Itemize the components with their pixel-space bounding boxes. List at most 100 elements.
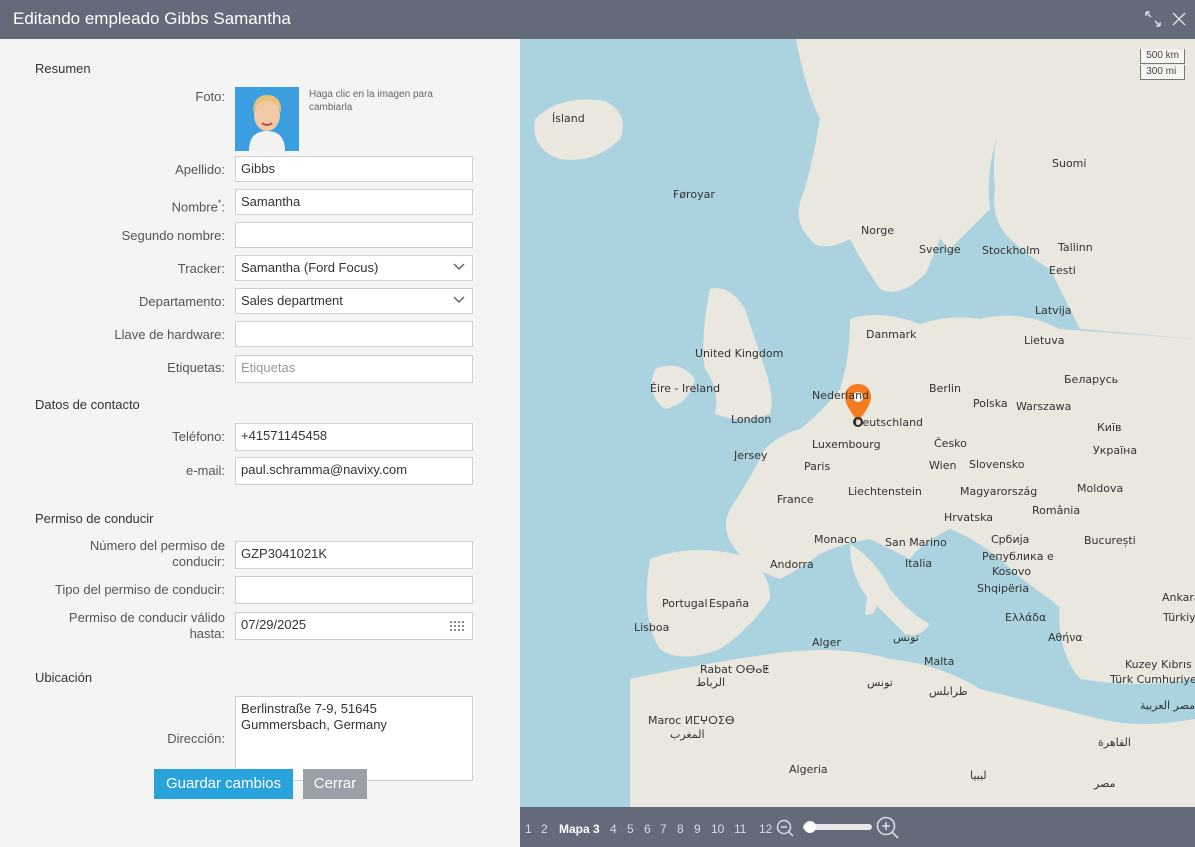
map-label: Maroc ⵍⵎⵖⵔⵉⴱ <box>648 714 735 727</box>
map-page-4[interactable]: 4 <box>610 822 617 836</box>
zoom-slider-handle[interactable] <box>804 821 816 833</box>
map-label: London <box>731 413 772 426</box>
map-label: مصر العربية <box>1140 699 1195 712</box>
map-label: Italia <box>905 557 933 570</box>
map-label: București <box>1084 534 1136 547</box>
middle-name-label: Segundo nombre: <box>121 228 225 243</box>
map-label: Україна <box>1093 444 1138 457</box>
map-label: Ελλάδα <box>1005 611 1047 624</box>
map-label: Lisboa <box>634 621 670 634</box>
map-page-5[interactable]: 5 <box>627 822 634 836</box>
middle-name-input[interactable] <box>235 222 473 248</box>
department-label: Departamento: <box>139 294 225 309</box>
map-page-8[interactable]: 8 <box>677 822 684 836</box>
chevron-down-icon <box>453 263 465 271</box>
address-label: Dirección: <box>167 731 225 746</box>
close-button[interactable]: Cerrar <box>303 769 367 799</box>
window-titlebar: Editando empleado Gibbs Samantha <box>0 0 1195 39</box>
map-label: Jersey <box>734 449 768 462</box>
tags-label: Etiquetas: <box>167 360 225 375</box>
map-page-11[interactable]: 11 <box>734 822 746 836</box>
map-label: Norge <box>861 224 895 237</box>
tags-input[interactable]: Etiquetas <box>235 355 473 383</box>
hardware-key-input[interactable] <box>235 321 473 347</box>
map-page-10[interactable]: 10 <box>711 822 724 836</box>
map-label: Србија <box>991 533 1030 546</box>
zoom-out-icon[interactable] <box>776 819 794 837</box>
phone-input[interactable]: +41571145458 <box>235 423 473 451</box>
map-label: طرابلس <box>929 685 968 698</box>
email-input[interactable]: paul.schramma@navixy.com <box>235 457 473 485</box>
map-page-current[interactable]: Mapa 3 <box>559 822 600 836</box>
calendar-icon[interactable] <box>450 621 466 631</box>
department-select[interactable]: Sales department <box>235 288 473 314</box>
map-view[interactable]: 500 km 300 mi Ísland Føroyar Suomi Norge… <box>520 39 1195 807</box>
section-location: Ubicación <box>35 670 93 685</box>
map-label: Wien <box>929 459 957 472</box>
map-label: Türk Cumhuriye <box>1110 673 1195 686</box>
section-license: Permiso de conducir <box>35 511 154 526</box>
map-label: مصر <box>1094 777 1116 790</box>
tracker-label: Tracker: <box>177 261 225 276</box>
map-page-1[interactable]: 1 <box>525 822 532 836</box>
map-label: Kosovo <box>992 565 1032 578</box>
close-icon[interactable] <box>1170 10 1188 28</box>
chevron-down-icon <box>453 296 465 304</box>
map-label: Türkiye <box>1163 611 1195 624</box>
map-scale: 500 km 300 mi <box>1140 49 1185 81</box>
map-page-9[interactable]: 9 <box>694 822 701 836</box>
license-valid-input[interactable]: 07/29/2025 <box>235 612 473 640</box>
last-name-label: Apellido: <box>175 162 225 177</box>
first-name-input[interactable]: Samantha <box>235 189 473 215</box>
maximize-icon[interactable] <box>1144 10 1162 28</box>
map-label: ليبيا <box>970 769 987 782</box>
map-page-7[interactable]: 7 <box>660 822 667 836</box>
license-type-input[interactable] <box>235 576 473 604</box>
map-label: Portugal <box>662 597 708 610</box>
employee-form: Resumen Foto: Haga clic en la imagen par… <box>0 39 520 847</box>
map-label: Luxembourg <box>812 438 881 451</box>
map-page-12[interactable]: 12 <box>759 822 772 836</box>
photo-label: Foto: <box>195 89 225 104</box>
license-number-input[interactable]: GZP3041021K <box>235 541 473 569</box>
map-label: المغرب <box>670 728 705 741</box>
map-label: Nederland <box>812 389 870 402</box>
map-label: San Marino <box>885 536 947 549</box>
map-label: Latvija <box>1035 304 1072 317</box>
map-label: تونس <box>867 676 893 689</box>
license-valid-label: Permiso de conducir válido hasta: <box>68 610 225 641</box>
map-page-6[interactable]: 6 <box>644 822 651 836</box>
map-label: Suomi <box>1052 157 1087 170</box>
employee-photo[interactable] <box>235 87 299 151</box>
last-name-input[interactable]: Gibbs <box>235 156 473 182</box>
map-label: Rabat ⵔⴱⴰⵟ <box>700 663 770 676</box>
map-page-2[interactable]: 2 <box>541 822 548 836</box>
map-label: Ísland <box>552 112 585 125</box>
email-label: e-mail: <box>185 463 225 478</box>
map-label: Liechtenstein <box>848 485 922 498</box>
map-label: الرباط <box>696 676 726 689</box>
tracker-select[interactable]: Samantha (Ford Focus) <box>235 255 473 281</box>
map-label: تونس <box>893 631 919 644</box>
section-summary: Resumen <box>35 61 91 76</box>
map-label: Eesti <box>1049 264 1076 277</box>
phone-label: Teléfono: <box>172 429 225 444</box>
map-label: Київ <box>1097 421 1122 434</box>
map-label: Føroyar <box>673 188 715 201</box>
map-label: القاهرة <box>1098 736 1131 749</box>
save-button[interactable]: Guardar cambios <box>154 769 293 799</box>
map-label: Magyarország <box>960 485 1038 498</box>
map-label: Αθήνα <box>1048 631 1083 644</box>
map-label: Tallinn <box>1058 241 1093 254</box>
zoom-in-icon[interactable] <box>876 816 900 840</box>
map-label: Kuzey Kıbrıs <box>1125 658 1192 671</box>
photo-hint: Haga clic en la imagen para cambiarla <box>309 89 433 113</box>
map-label: France <box>777 493 814 506</box>
map-label: United Kingdom <box>695 347 784 360</box>
map-label: Warszawa <box>1016 400 1072 413</box>
first-name-label: Nombre*: <box>171 198 225 215</box>
map-label: Ankara <box>1162 591 1195 604</box>
map-label: Algeria <box>789 763 828 776</box>
map-label: Slovensko <box>969 458 1025 471</box>
section-contact: Datos de contacto <box>35 397 140 412</box>
